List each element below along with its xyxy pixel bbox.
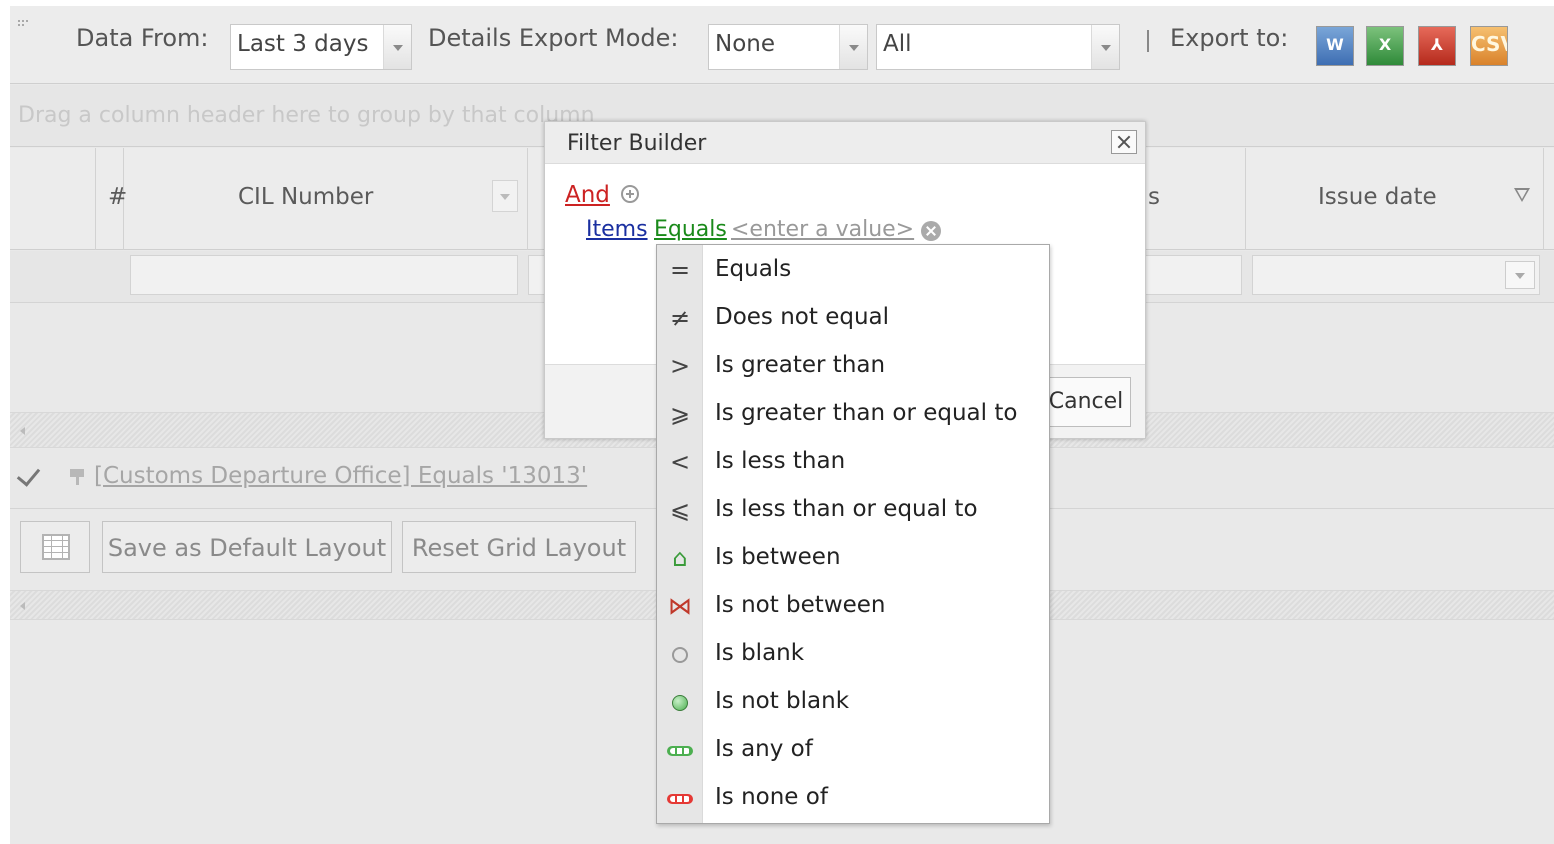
operator-label: Is greater than: [715, 352, 886, 378]
filter-icon: [70, 469, 86, 487]
export-mode-value: None: [715, 31, 776, 57]
sort-icon-inner: [1517, 190, 1527, 199]
operator-label: Is any of: [715, 736, 813, 762]
filter-expression-link[interactable]: [Customs Departure Office] Equals '13013…: [94, 463, 587, 489]
operator-menu-item[interactable]: > Is greater than: [657, 343, 1049, 391]
reset-grid-layout-button[interactable]: Reset Grid Layout: [402, 521, 636, 573]
operator-menu-item[interactable]: ⩾ Is greater than or equal to: [657, 391, 1049, 439]
condition-field-link[interactable]: Items: [586, 217, 648, 242]
toolbar: Data From: Last 3 days Details Export Mo…: [10, 6, 1554, 84]
scroll-left-icon[interactable]: [20, 602, 25, 610]
data-from-label: Data From:: [76, 24, 209, 52]
csv-export-icon[interactable]: CSV: [1470, 26, 1508, 66]
filter-input[interactable]: [1144, 255, 1242, 295]
remove-condition-icon[interactable]: [921, 221, 941, 241]
column-filter-icon[interactable]: [492, 180, 518, 212]
operator-label: Is not between: [715, 592, 886, 618]
operator-label: Is not blank: [715, 688, 850, 714]
operator-menu-item[interactable]: ⋈ Is not between: [657, 583, 1049, 631]
excel-export-icon[interactable]: X: [1366, 26, 1404, 66]
cancel-label: Cancel: [1048, 389, 1124, 414]
operator-menu-item[interactable]: ⌂ Is between: [657, 535, 1049, 583]
group-panel-hint: Drag a column header here to group by th…: [18, 103, 595, 128]
column-header-label: s: [1148, 184, 1160, 210]
data-from-select[interactable]: Last 3 days: [230, 24, 412, 70]
operator-menu-item[interactable]: Is none of: [657, 775, 1049, 823]
column-header-cil-number[interactable]: CIL Number: [124, 148, 528, 250]
operator-label: Is less than: [715, 448, 846, 474]
issue-date-filter-input[interactable]: [1252, 255, 1540, 295]
condition-operator-link[interactable]: Equals: [654, 217, 727, 242]
header-cell-row-number[interactable]: #: [96, 148, 127, 250]
export-mode-label: Details Export Mode:: [428, 24, 679, 52]
operator-menu-item[interactable]: Is any of: [657, 727, 1049, 775]
condition-value-link[interactable]: <enter a value>: [731, 217, 914, 242]
operator-label: Is between: [715, 544, 841, 570]
export-mode-select[interactable]: None: [708, 24, 868, 70]
column-header-label: Issue date: [1318, 184, 1437, 210]
operator-menu-item[interactable]: ⩽ Is less than or equal to: [657, 487, 1049, 535]
filter-enable-checkbox[interactable]: [18, 461, 48, 491]
column-header-label: CIL Number: [238, 184, 374, 210]
group-operator-link[interactable]: And: [565, 182, 610, 208]
operator-label: Equals: [715, 256, 792, 282]
blank-circle-icon: [663, 637, 697, 671]
chevron-down-icon[interactable]: [839, 25, 867, 69]
less-than-icon: <: [669, 448, 691, 476]
cil-number-filter-input[interactable]: [130, 255, 518, 295]
chevron-down-icon[interactable]: [383, 25, 411, 69]
save-default-layout-button[interactable]: Save as Default Layout: [102, 521, 392, 573]
cancel-button[interactable]: Cancel: [1041, 377, 1131, 427]
none-of-icon: [663, 781, 697, 815]
separator: [1147, 30, 1149, 52]
operator-label: Does not equal: [715, 304, 890, 330]
less-or-equal-icon: ⩽: [669, 496, 691, 524]
operator-menu-item[interactable]: Is blank: [657, 631, 1049, 679]
operator-menu-item[interactable]: = Equals: [657, 247, 1049, 295]
operator-label: Is less than or equal to: [715, 496, 978, 522]
any-of-icon: [663, 733, 697, 767]
operator-dropdown: = Equals ≠ Does not equal > Is greater than ⩾ I…: [656, 244, 1050, 824]
filled-circle-icon: [663, 685, 697, 719]
not-equal-icon: ≠: [669, 304, 691, 332]
word-export-icon[interactable]: W: [1316, 26, 1354, 66]
operator-label: Is blank: [715, 640, 805, 666]
operator-menu-item[interactable]: < Is less than: [657, 439, 1049, 487]
chevron-down-icon[interactable]: [1505, 261, 1535, 289]
column-chooser-button[interactable]: [20, 521, 90, 573]
operator-label: Is none of: [715, 784, 828, 810]
export-scope-value: All: [883, 31, 912, 57]
equals-icon: =: [669, 256, 691, 284]
export-to-label: Export to:: [1170, 24, 1289, 52]
data-from-value: Last 3 days: [237, 31, 369, 57]
dialog-title: Filter Builder: [567, 131, 707, 156]
close-icon[interactable]: [1111, 130, 1137, 154]
add-condition-icon[interactable]: [621, 185, 639, 203]
pdf-export-icon[interactable]: ⅄: [1418, 26, 1456, 66]
header-cell-command: [10, 148, 96, 250]
column-header-issue-date[interactable]: Issue date: [1246, 148, 1544, 250]
chevron-down-icon[interactable]: [1091, 25, 1119, 69]
greater-or-equal-icon: ⩾: [669, 400, 691, 428]
greater-than-icon: >: [669, 352, 691, 380]
drag-handle-icon[interactable]: [18, 20, 32, 32]
not-between-icon: ⋈: [668, 592, 692, 620]
dialog-header[interactable]: Filter Builder: [545, 122, 1145, 164]
operator-menu-item[interactable]: Is not blank: [657, 679, 1049, 727]
operator-menu-item[interactable]: ≠ Does not equal: [657, 295, 1049, 343]
grid-icon: [42, 534, 70, 560]
between-icon: ⌂: [672, 544, 688, 572]
export-scope-select[interactable]: All: [876, 24, 1120, 70]
operator-label: Is greater than or equal to: [715, 400, 1018, 426]
scroll-left-icon[interactable]: [20, 427, 25, 435]
